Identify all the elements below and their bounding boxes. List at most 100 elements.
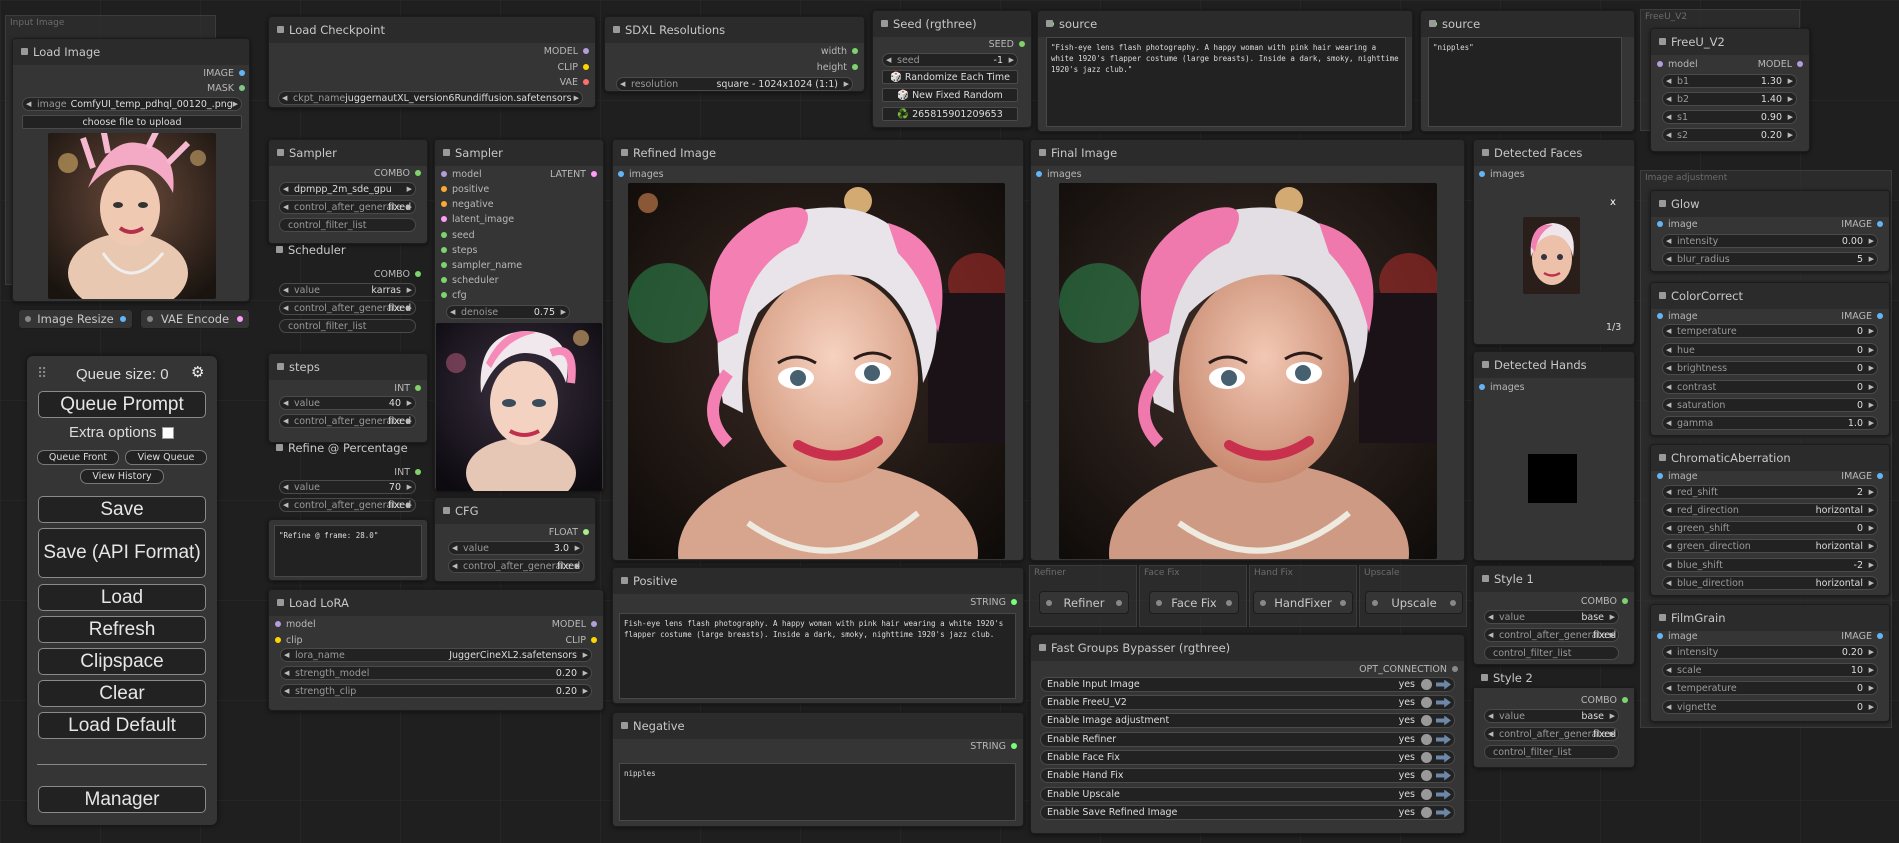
drag-handle-icon[interactable]: ⠿ [37, 366, 47, 382]
node-title[interactable]: Fast Groups Bypasser (rgthree) [1031, 635, 1464, 661]
node-title[interactable]: Load Checkpoint [269, 17, 595, 43]
node-image-resize[interactable]: Image Resize [18, 309, 133, 329]
scheduler-title[interactable]: Scheduler [268, 240, 388, 260]
output-clip[interactable]: CLIP [520, 634, 602, 646]
output-steps-int[interactable]: INT [350, 382, 426, 394]
queue-front-button[interactable]: Queue Front [37, 450, 119, 465]
close-icon[interactable]: x [1610, 197, 1616, 208]
lora-name-select[interactable]: lora_nameJuggerCineXL2.safetensors [280, 648, 592, 662]
toggle-enable-hand-fix[interactable]: Enable Hand Fix yes [1040, 768, 1455, 783]
input-positive[interactable]: positive [436, 183, 526, 195]
node-title[interactable]: FreeU_V2 [1651, 29, 1809, 55]
cc-temperature[interactable]: temperature0 [1662, 324, 1878, 338]
node-chromatic-aberration[interactable]: ChromaticAberration [1650, 444, 1890, 596]
output-mask[interactable]: MASK [150, 82, 250, 94]
input-images[interactable]: images [1474, 168, 1554, 180]
goto-arrow-icon[interactable] [1436, 770, 1451, 781]
steps-control-select[interactable]: control_after_generatefixed [279, 414, 416, 428]
node-title[interactable]: ChromaticAberration [1651, 445, 1889, 471]
scheduler-value-select[interactable]: valuekarras [279, 283, 416, 297]
load-default-button[interactable]: Load Default [38, 712, 206, 739]
refine-percentage-title[interactable]: Refine @ Percentage [268, 438, 418, 458]
output-string[interactable]: STRING [900, 596, 1022, 608]
style-2-title[interactable]: Style 2 [1473, 668, 1593, 688]
settings-gear-icon[interactable]: ⚙ [191, 363, 204, 381]
freeu-b1[interactable]: b11.30 [1662, 74, 1797, 88]
node-title[interactable]: Style 1 [1474, 566, 1634, 592]
output-model[interactable]: MODEL [520, 618, 602, 630]
goto-arrow-icon[interactable] [1436, 679, 1451, 690]
strength-clip-input[interactable]: strength_clip0.20 [280, 684, 592, 698]
node-title[interactable]: Load LoRA [269, 590, 603, 616]
fg-vignette[interactable]: vignette0 [1662, 700, 1878, 714]
input-cfg[interactable]: cfg [436, 289, 526, 301]
refine-value-input[interactable]: value70 [279, 480, 416, 494]
style2-value-select[interactable]: valuebase [1484, 709, 1619, 723]
node-title[interactable]: Sampler [269, 140, 427, 166]
node-title[interactable]: CFG [435, 498, 595, 524]
freeu-s1[interactable]: s10.90 [1662, 110, 1797, 124]
refine-frame-text[interactable]: "Refine @ frame: 28.0" [274, 525, 422, 577]
image-select[interactable]: imageComfyUI_temp_pdhql_00120_.png [22, 97, 242, 111]
style1-value-select[interactable]: valuebase [1484, 610, 1619, 624]
input-image[interactable]: image [1652, 470, 1732, 482]
output-image[interactable]: IMAGE [1800, 218, 1888, 230]
source-negative-text[interactable]: "nipples" [1428, 37, 1622, 127]
toggle-icon[interactable] [1421, 679, 1432, 690]
glow-blur-radius[interactable]: blur_radius5 [1662, 252, 1878, 266]
input-image[interactable]: image [1652, 218, 1732, 230]
node-refiner-bypass[interactable]: Refiner [1039, 591, 1129, 614]
node-title[interactable]: SDXL Resolutions [605, 17, 864, 43]
output-image[interactable]: IMAGE [1800, 630, 1888, 642]
ca-red-direction[interactable]: red_directionhorizontal [1662, 503, 1878, 517]
output-combo[interactable]: COMBO [1560, 595, 1633, 607]
ca-red-shift[interactable]: red_shift2 [1662, 485, 1878, 499]
input-images[interactable]: images [613, 168, 693, 180]
glow-intensity[interactable]: intensity0.00 [1662, 234, 1878, 248]
cc-contrast[interactable]: contrast0 [1662, 380, 1878, 394]
extra-options[interactable]: Extra options [69, 424, 174, 441]
goto-arrow-icon[interactable] [1436, 807, 1451, 818]
node-upscale-bypass[interactable]: Upscale [1365, 591, 1463, 614]
input-model[interactable]: model [1652, 58, 1722, 70]
ca-blue-shift[interactable]: blue_shift-2 [1662, 558, 1878, 572]
node-title[interactable]: Negative [613, 713, 1023, 739]
toggle-icon[interactable] [1421, 734, 1432, 745]
node-face-fix-bypass[interactable]: Face Fix [1149, 591, 1239, 614]
input-scheduler[interactable]: scheduler [436, 274, 526, 286]
goto-arrow-icon[interactable] [1436, 734, 1451, 745]
toggle-icon[interactable] [1421, 752, 1432, 763]
goto-arrow-icon[interactable] [1436, 715, 1451, 726]
cc-saturation[interactable]: saturation0 [1662, 398, 1878, 412]
input-negative[interactable]: negative [436, 198, 526, 210]
node-title[interactable]: Final Image [1031, 140, 1464, 166]
output-float[interactable]: FLOAT [520, 526, 594, 538]
output-image[interactable]: IMAGE [1800, 310, 1888, 322]
refresh-button[interactable]: Refresh [38, 616, 206, 643]
output-latent[interactable]: LATENT [530, 168, 602, 180]
freeu-b2[interactable]: b21.40 [1662, 92, 1797, 106]
node-vae-encode[interactable]: VAE Encode [140, 309, 250, 329]
clipspace-button[interactable]: Clipspace [38, 648, 206, 675]
node-title[interactable]: source [1038, 11, 1412, 37]
output-seed[interactable]: SEED [950, 38, 1030, 50]
style2-control-select[interactable]: control_after_generatefixed [1484, 727, 1619, 741]
sampler-control-select[interactable]: control_after_generatefixed [279, 200, 416, 214]
toggle-enable-image-adjustment[interactable]: Enable Image adjustment yes [1040, 713, 1455, 728]
positive-text[interactable]: Fish-eye lens flash photography. A happy… [619, 613, 1016, 699]
save-api-button[interactable]: Save (API Format) [38, 528, 206, 578]
toggle-enable-freeu[interactable]: Enable FreeU_V2 yes [1040, 695, 1455, 710]
toggle-icon[interactable] [1421, 770, 1432, 781]
output-combo[interactable]: COMBO [350, 167, 426, 179]
toggle-enable-upscale[interactable]: Enable Upscale yes [1040, 787, 1455, 802]
resolution-select[interactable]: resolutionsquare - 1024x1024 (1:1) [616, 77, 853, 91]
input-steps[interactable]: steps [436, 244, 526, 256]
toggle-icon[interactable] [1421, 807, 1432, 818]
toggle-enable-face-fix[interactable]: Enable Face Fix yes [1040, 750, 1455, 765]
toggle-enable-input-image[interactable]: Enable Input Image yes [1040, 677, 1455, 692]
toggle-enable-save-refined-image[interactable]: Enable Save Refined Image yes [1040, 805, 1455, 820]
output-width[interactable]: width [780, 45, 863, 57]
node-title[interactable]: Detected Faces [1474, 140, 1634, 166]
clear-button[interactable]: Clear [38, 680, 206, 707]
strength-model-input[interactable]: strength_model0.20 [280, 666, 592, 680]
